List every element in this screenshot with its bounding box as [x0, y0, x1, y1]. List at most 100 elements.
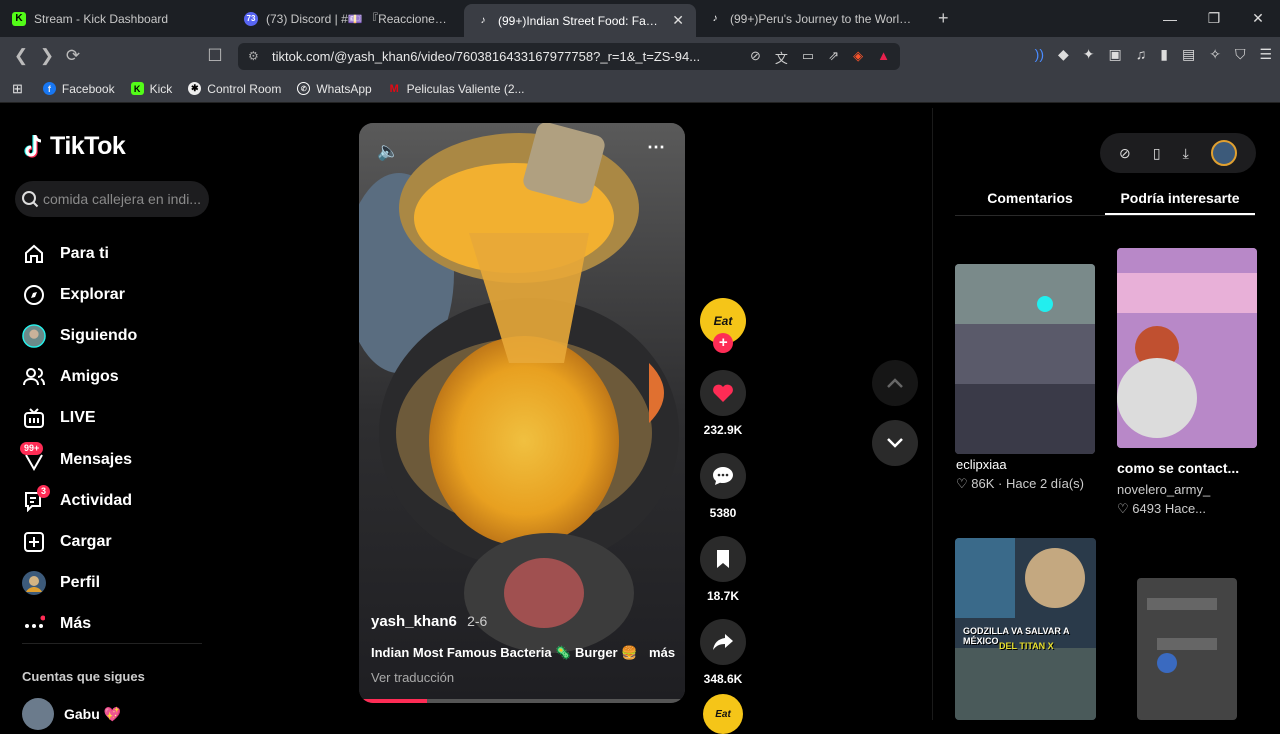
tab-podria-interesarte[interactable]: Podría interesarte: [1105, 178, 1255, 215]
video-player[interactable]: 🔈 ⋯ yash_khan6 2-6 Indian Most Famous Ba…: [359, 123, 685, 703]
maximize-button[interactable]: ❐: [1192, 0, 1236, 37]
cast-icon[interactable]: ▭: [802, 48, 814, 67]
tab-discord[interactable]: 73 (73) Discord | #💷 『Reacciones』 | BR: [232, 0, 464, 37]
new-tab-button[interactable]: +: [938, 8, 949, 29]
following-account-item[interactable]: Gabu 💖: [22, 698, 121, 730]
like-button[interactable]: [700, 370, 746, 416]
close-window-button[interactable]: ✕: [1236, 0, 1280, 37]
url-text: tiktok.com/@yash_khan6/video/76038164331…: [272, 49, 701, 64]
search-input[interactable]: comida callejera en indi...: [15, 181, 209, 217]
sidebar-toggle-icon[interactable]: ▮: [1160, 46, 1168, 63]
sidebar-item-amigos[interactable]: Amigos: [22, 357, 137, 398]
recommended-meta-2: ♡ 6493 Hace...: [1117, 501, 1206, 517]
bookmark-icon[interactable]: ☐: [202, 43, 228, 69]
device-icon[interactable]: ▯: [1153, 145, 1161, 162]
recommended-user-1[interactable]: eclipxiaa: [956, 457, 1007, 472]
nav-label: Para ti: [60, 244, 109, 262]
search-placeholder: comida callejera en indi...: [43, 191, 201, 207]
previous-video-button[interactable]: [872, 360, 918, 406]
reload-button[interactable]: ⟳: [60, 43, 86, 69]
tiktok-logo[interactable]: TikTok: [22, 132, 126, 161]
chevron-up-icon: [887, 378, 903, 388]
follow-plus-button[interactable]: +: [713, 333, 733, 353]
creator-avatar[interactable]: Eat +: [700, 298, 746, 353]
compass-icon: [22, 283, 46, 307]
tab-tiktok-active[interactable]: ♪ (99+)Indian Street Food: Famous ✕: [464, 4, 696, 37]
more-options-icon[interactable]: ⋯: [647, 137, 665, 158]
screenshot-icon[interactable]: ▣: [1109, 46, 1122, 63]
translate-icon[interactable]: 文: [775, 48, 788, 67]
compass-icon[interactable]: ⊘: [1119, 145, 1131, 162]
user-avatar[interactable]: [1210, 140, 1237, 166]
recommended-thumb-4[interactable]: [1137, 578, 1237, 720]
brave-rewards-icon[interactable]: ▲: [877, 48, 890, 67]
recommended-thumb-3[interactable]: GODZILLA VA SALVAR A MÉXICO DEL TITAN X: [955, 538, 1096, 720]
url-field[interactable]: ⚙ tiktok.com/@yash_khan6/video/760381643…: [238, 43, 900, 70]
sidebar-item-mas[interactable]: Más: [22, 604, 137, 645]
music-disc-avatar[interactable]: Eat: [703, 694, 743, 734]
bookmark-peliculas[interactable]: M Peliculas Valiente (2...: [388, 82, 525, 96]
translate-link[interactable]: Ver traducción: [371, 670, 454, 685]
wallet-diamond-icon[interactable]: ◆: [1058, 46, 1069, 63]
right-panel-tabs: Comentarios Podría interesarte: [955, 178, 1255, 216]
tab-tiktok-peru[interactable]: ♪ (99+)Peru's Journey to the World Cup: [696, 0, 928, 37]
bookmark-kick[interactable]: K Kick: [130, 82, 172, 96]
media-icon[interactable]: ♫: [1136, 46, 1147, 63]
comment-button[interactable]: [700, 453, 746, 499]
activity-badge: 3: [37, 484, 51, 498]
bookmark-facebook[interactable]: f Facebook: [42, 82, 115, 96]
site-settings-icon[interactable]: ⚙: [248, 49, 259, 63]
minimize-button[interactable]: —: [1148, 0, 1192, 37]
panel-divider: [932, 108, 933, 720]
thumbnail-image: [955, 264, 1095, 454]
activity-icon: 3: [22, 484, 51, 513]
leo-ai-icon[interactable]: ✧: [1209, 46, 1221, 63]
thumbnail-image: [1117, 248, 1257, 448]
download-icon[interactable]: ⤓: [1183, 145, 1189, 162]
sidebar-item-actividad[interactable]: 3 Actividad: [22, 480, 137, 521]
video-progress-bar[interactable]: [359, 699, 685, 703]
share-icon[interactable]: ⇗: [828, 48, 839, 67]
caption-more-button[interactable]: más: [649, 645, 675, 660]
forward-button[interactable]: ❯: [34, 43, 60, 69]
volume-icon[interactable]: 🔈: [377, 141, 399, 162]
right-top-toolbar: ⊘ ▯ ⤓: [1100, 133, 1256, 173]
bookmark-whatsapp[interactable]: ✆ WhatsApp: [297, 82, 372, 96]
back-button[interactable]: ❮: [8, 43, 34, 69]
mute-icon[interactable]: ⊘: [750, 48, 761, 67]
recommended-user-2[interactable]: novelero_army_: [1117, 482, 1210, 497]
tab-kick-dashboard[interactable]: K Stream - Kick Dashboard: [0, 0, 232, 37]
sidebar-item-live[interactable]: LIVE: [22, 398, 137, 439]
recommended-title-2[interactable]: como se contact...: [1117, 460, 1239, 476]
browser-toolbar: )) ◆ ✦ ▣ ♫ ▮ ▤ ✧ ⛉ ☰: [1035, 46, 1272, 63]
avatar-text: Eat: [715, 708, 731, 720]
tiktok-page: TikTok comida callejera en indi... Para …: [0, 108, 1280, 734]
sidebar-item-cargar[interactable]: Cargar: [22, 521, 137, 562]
sidebar-item-siguiendo[interactable]: Siguiendo: [22, 315, 137, 356]
browser-tab-bar: K Stream - Kick Dashboard 73 (73) Discor…: [0, 0, 1280, 37]
bookmark-label: Control Room: [207, 81, 282, 96]
vpn-icon[interactable]: )): [1035, 46, 1044, 63]
bookmark-label: Peliculas Valiente (2...: [406, 81, 525, 96]
recommended-thumb-1[interactable]: [955, 264, 1095, 454]
profile-avatar-icon: [22, 571, 46, 596]
apps-grid-icon[interactable]: ⊞: [12, 81, 23, 97]
menu-icon[interactable]: ☰: [1259, 46, 1272, 63]
sidebar-item-explorar[interactable]: Explorar: [22, 274, 137, 315]
sidebar-item-para-ti[interactable]: Para ti: [22, 233, 137, 274]
extensions-icon[interactable]: ✦: [1083, 46, 1095, 63]
share-button[interactable]: [700, 619, 746, 665]
brave-shield-icon[interactable]: ◈: [853, 48, 863, 67]
close-icon[interactable]: ✕: [672, 12, 684, 29]
tab-comentarios[interactable]: Comentarios: [955, 178, 1105, 215]
sidebar-item-perfil[interactable]: Perfil: [22, 563, 137, 604]
wallet-icon[interactable]: ▤: [1182, 46, 1195, 63]
recommended-thumb-2[interactable]: [1117, 248, 1257, 448]
video-author[interactable]: yash_khan6: [371, 613, 457, 630]
bookmark-control-room[interactable]: ✱ Control Room: [188, 82, 281, 96]
next-video-button[interactable]: [872, 420, 918, 466]
shield-icon[interactable]: ⛉: [1235, 46, 1246, 63]
save-button[interactable]: [700, 536, 746, 582]
messages-icon: 99+: [20, 441, 46, 472]
sidebar-item-mensajes[interactable]: 99+ Mensajes: [20, 439, 137, 480]
